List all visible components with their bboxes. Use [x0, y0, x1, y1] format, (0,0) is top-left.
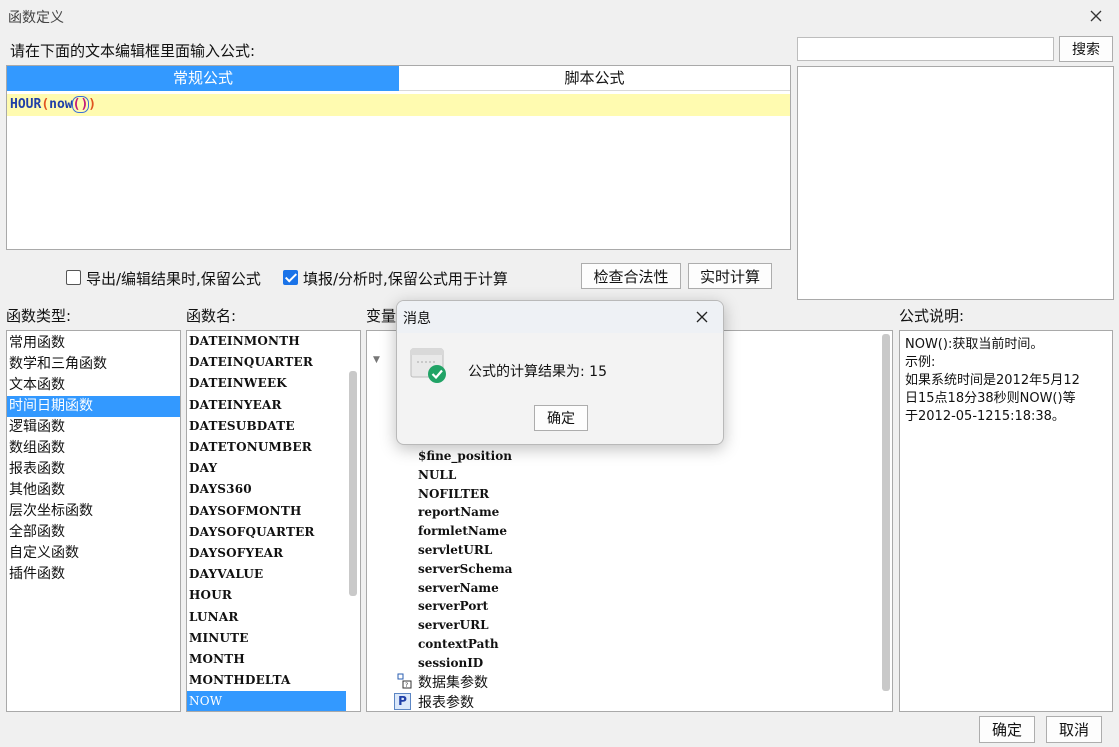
- message-ok-button[interactable]: 确定: [534, 405, 588, 431]
- editor-prompt: 请在下面的文本编辑框里面输入公式:: [10, 42, 256, 60]
- func-name-item[interactable]: DATEINWEEK: [187, 373, 346, 394]
- func-type-item[interactable]: 报表函数: [7, 459, 180, 480]
- func-name-item[interactable]: DAYSOFQUARTER: [187, 522, 346, 543]
- message-text: 公式的计算结果为: 15: [468, 364, 607, 380]
- func-name-item[interactable]: DATETONUMBER: [187, 437, 346, 458]
- tree-group-report-params[interactable]: 报表参数: [418, 692, 474, 711]
- fill-keep-label: 填报/分析时,保留公式用于计算: [303, 270, 508, 288]
- tab-script-formula[interactable]: 脚本公式: [399, 66, 790, 91]
- svg-text:?: ?: [405, 682, 408, 689]
- variable-item[interactable]: formletName: [418, 522, 507, 541]
- variable-item[interactable]: $fine_position: [418, 447, 512, 466]
- variable-item[interactable]: serverSchema: [418, 560, 512, 579]
- func-type-item[interactable]: 数组函数: [7, 438, 180, 459]
- variable-item[interactable]: NULL: [418, 466, 456, 485]
- func-type-item[interactable]: 层次坐标函数: [7, 501, 180, 522]
- message-title-bar: 消息: [397, 301, 723, 333]
- ok-button[interactable]: 确定: [979, 716, 1035, 743]
- formula-close-paren: ): [88, 97, 97, 112]
- formula-current-line: HOUR(now()): [7, 94, 790, 116]
- variables-label: 变量: [366, 307, 397, 325]
- func-name-item[interactable]: MONTH: [187, 649, 346, 670]
- func-types-label: 函数类型:: [6, 307, 72, 325]
- close-icon[interactable]: [1086, 6, 1106, 26]
- variable-scrollbar[interactable]: [882, 334, 890, 691]
- report-param-icon: P: [394, 693, 411, 710]
- func-type-item-selected[interactable]: 时间日期函数: [7, 396, 180, 417]
- tab-regular-formula[interactable]: 常规公式: [7, 66, 399, 91]
- func-name-item[interactable]: DATESUBDATE: [187, 416, 346, 437]
- func-name-item[interactable]: HOUR: [187, 585, 346, 606]
- func-type-item[interactable]: 常用函数: [7, 333, 180, 354]
- tree-group-dataset-params[interactable]: 数据集参数: [418, 672, 488, 692]
- func-type-item[interactable]: 逻辑函数: [7, 417, 180, 438]
- variable-item[interactable]: reportName: [418, 503, 499, 522]
- formula-function: HOUR: [10, 97, 42, 112]
- tab-script-formula-label: 脚本公式: [564, 69, 625, 87]
- title-bar: 函数定义: [0, 0, 1119, 34]
- func-type-item[interactable]: 全部函数: [7, 522, 180, 543]
- variable-item[interactable]: servletURL: [418, 541, 492, 560]
- description-line: 于2012-05-1215:18:38。: [905, 409, 1065, 424]
- variable-item[interactable]: serverURL: [418, 616, 489, 635]
- success-icon: [409, 345, 449, 385]
- func-names-label: 函数名:: [186, 307, 237, 325]
- search-input[interactable]: [797, 37, 1054, 61]
- export-keep-checkbox[interactable]: [66, 270, 81, 285]
- formula-open-paren: (: [41, 97, 50, 112]
- func-name-item[interactable]: DAY: [187, 458, 346, 479]
- description-label: 公式说明:: [899, 307, 965, 325]
- func-name-item[interactable]: DAYSOFYEAR: [187, 543, 346, 564]
- func-name-item[interactable]: DATEINQUARTER: [187, 352, 346, 373]
- tree-expand-icon[interactable]: ▼: [373, 355, 380, 365]
- description-line: 示例:: [905, 355, 936, 370]
- func-name-item[interactable]: MONTHDELTA: [187, 670, 346, 691]
- dataset-param-icon: ?: [397, 673, 413, 689]
- func-type-list[interactable]: 常用函数 数学和三角函数 文本函数 时间日期函数 逻辑函数 数组函数 报表函数 …: [6, 330, 181, 712]
- func-name-item[interactable]: DAYVALUE: [187, 564, 346, 585]
- formula-inner-parens: (): [71, 96, 90, 113]
- func-name-list[interactable]: DATEINMONTH DATEINQUARTER DATEINWEEK DAT…: [186, 330, 361, 712]
- message-close-icon[interactable]: [693, 308, 711, 326]
- description-line: 如果系统时间是2012年5月12: [905, 373, 1080, 388]
- search-results-panel[interactable]: [797, 66, 1114, 300]
- func-name-item[interactable]: LUNAR: [187, 607, 346, 628]
- func-name-item[interactable]: DAYSOFMONTH: [187, 501, 346, 522]
- variable-item[interactable]: serverPort: [418, 597, 488, 616]
- message-dialog: 消息 公式的计算结果为: 15 确定: [396, 300, 724, 445]
- func-type-item[interactable]: 其他函数: [7, 480, 180, 501]
- formula-editor-panel: 常规公式 脚本公式 HOUR(now()): [6, 65, 791, 250]
- func-name-scrollbar[interactable]: [349, 371, 357, 596]
- func-name-item[interactable]: MINUTE: [187, 628, 346, 649]
- func-name-item[interactable]: DATEINMONTH: [187, 331, 346, 352]
- export-keep-label: 导出/编辑结果时,保留公式: [86, 270, 261, 288]
- func-type-item[interactable]: 自定义函数: [7, 543, 180, 564]
- description-panel: NOW():获取当前时间。 示例: 如果系统时间是2012年5月12 日15点1…: [899, 330, 1113, 712]
- func-type-item[interactable]: 数学和三角函数: [7, 354, 180, 375]
- variable-item[interactable]: contextPath: [418, 635, 499, 654]
- window-title: 函数定义: [8, 10, 64, 26]
- variable-item[interactable]: NOFILTER: [418, 485, 489, 504]
- variable-item[interactable]: serverName: [418, 579, 499, 598]
- message-title: 消息: [403, 311, 431, 327]
- func-type-item[interactable]: 插件函数: [7, 564, 180, 585]
- func-name-item[interactable]: DATEINYEAR: [187, 395, 346, 416]
- check-validity-button[interactable]: 检查合法性: [581, 263, 681, 289]
- formula-inner-fn: now: [49, 97, 73, 112]
- realtime-calc-button[interactable]: 实时计算: [688, 263, 772, 289]
- tab-regular-formula-label: 常规公式: [172, 69, 233, 87]
- variable-item[interactable]: sessionID: [418, 654, 483, 673]
- description-line: NOW():获取当前时间。: [905, 337, 1044, 352]
- func-type-item[interactable]: 文本函数: [7, 375, 180, 396]
- func-name-item[interactable]: DAYS360: [187, 479, 346, 500]
- fill-keep-checkbox[interactable]: [283, 270, 298, 285]
- cancel-button[interactable]: 取消: [1046, 716, 1102, 743]
- description-line: 日15点18分38秒则NOW()等: [905, 391, 1076, 406]
- search-button[interactable]: 搜索: [1059, 36, 1113, 62]
- formula-textarea[interactable]: HOUR(now()): [7, 91, 790, 249]
- func-name-item-selected[interactable]: NOW: [187, 691, 346, 711]
